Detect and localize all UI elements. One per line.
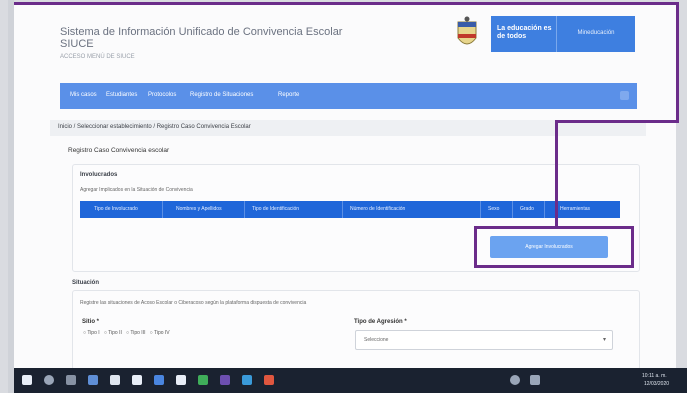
agresion-label: Tipo de Agresión * [354,319,407,325]
col-divider [480,201,481,218]
radio-tipo-3[interactable]: ○ Tipo III [126,330,145,336]
task-view-icon[interactable] [66,375,76,385]
radio-tipo-1[interactable]: ○ Tipo I [83,330,100,336]
involved-table-header: Tipo de Involucrado Nombres y Apellidos … [80,201,620,218]
situation-title: Situación [72,280,100,286]
edge-icon[interactable] [88,375,98,385]
menu-icon[interactable] [620,91,629,100]
col-divider [512,201,513,218]
chrome-icon[interactable] [198,375,208,385]
involved-title: Involucrados [80,172,118,178]
annotation-highlight-box [474,226,634,268]
col-divider [162,201,163,218]
teams-icon[interactable] [220,375,230,385]
app-icon[interactable] [242,375,252,385]
nav-item-mis-casos[interactable]: Mis casos [70,92,97,98]
nav-item-registro[interactable]: Registro de Situaciones [190,92,253,98]
store-icon[interactable] [132,375,142,385]
mail-icon[interactable] [176,375,186,385]
annotation-top-line [14,2,678,5]
edu-brand-text: La educación es de todos [491,16,557,52]
clock-time: 10:11 a. m. [642,373,667,379]
powerpoint-icon[interactable] [264,375,274,385]
title-line-1: Sistema de Información Unificado de Conv… [60,26,343,38]
windows-start-icon[interactable] [22,375,32,385]
agresion-select-value: Seleccione [364,337,389,343]
nav-item-reporte[interactable]: Reporte [278,92,299,98]
ministry-text: Mineducación [577,30,615,36]
nav-item-estudiantes[interactable]: Estudiantes [106,92,137,98]
word-icon[interactable] [154,375,164,385]
agresion-select[interactable]: Seleccione ▾ [355,330,613,350]
tray-icon[interactable] [510,375,520,385]
main-nav: Mis casos Estudiantes Protocolos Registr… [60,83,637,109]
col-divider [244,201,245,218]
col-numero-identificacion: Número de Identificación [350,206,406,212]
annotation-connector-vertical [555,120,558,228]
type-label: Sitio * [82,319,100,325]
type-radio-group: ○ Tipo I ○ Tipo II ○ Tipo III ○ Tipo IV [83,330,170,336]
page-subtitle: ACCESO MENÚ DE SIUCE [60,54,135,60]
mineducacion-logo: La educación es de todos Mineducación [491,16,635,52]
page-title: Sistema de Información Unificado de Conv… [60,26,342,50]
col-divider [544,201,545,218]
col-grado: Grado [520,206,534,212]
clock-date: 12/03/2020 [644,381,670,387]
radio-tipo-4[interactable]: ○ Tipo IV [150,330,170,336]
form-section-title: Registro Caso Convivencia escolar [68,147,170,154]
col-divider [342,201,343,218]
breadcrumb-text: Inicio / Seleccionar establecimiento / R… [58,124,251,130]
col-tipo-identificacion: Tipo de Identificación [252,206,300,212]
col-herramientas: Herramientas [560,206,591,212]
col-tipo-involucrado: Tipo de Involucrado [94,206,138,212]
involved-hint: Agregar Implicados en la Situación de Co… [80,187,193,193]
nav-item-protocolos[interactable]: Protocolos [148,92,176,98]
annotation-right-line [676,2,679,122]
explorer-icon[interactable] [110,375,120,385]
situation-hint: Registre las situaciones de Acoso Escola… [80,300,307,306]
browser-viewport: Sistema de Información Unificado de Conv… [14,4,676,368]
windows-taskbar: 10:11 a. m. 12/03/2020 [14,368,687,393]
search-icon[interactable] [44,375,54,385]
title-line-2: SIUCE [60,38,94,50]
annotation-connector-horizontal [555,120,679,123]
colombia-crest-icon [457,16,477,45]
col-nombres: Nombres y Apellidos [176,206,222,212]
tray-network-icon[interactable] [530,375,540,385]
col-sexo: Sexo [488,206,500,212]
radio-tipo-2[interactable]: ○ Tipo II [104,330,122,336]
chevron-down-icon: ▾ [602,337,606,343]
site-header: Sistema de Información Unificado de Conv… [14,4,676,74]
